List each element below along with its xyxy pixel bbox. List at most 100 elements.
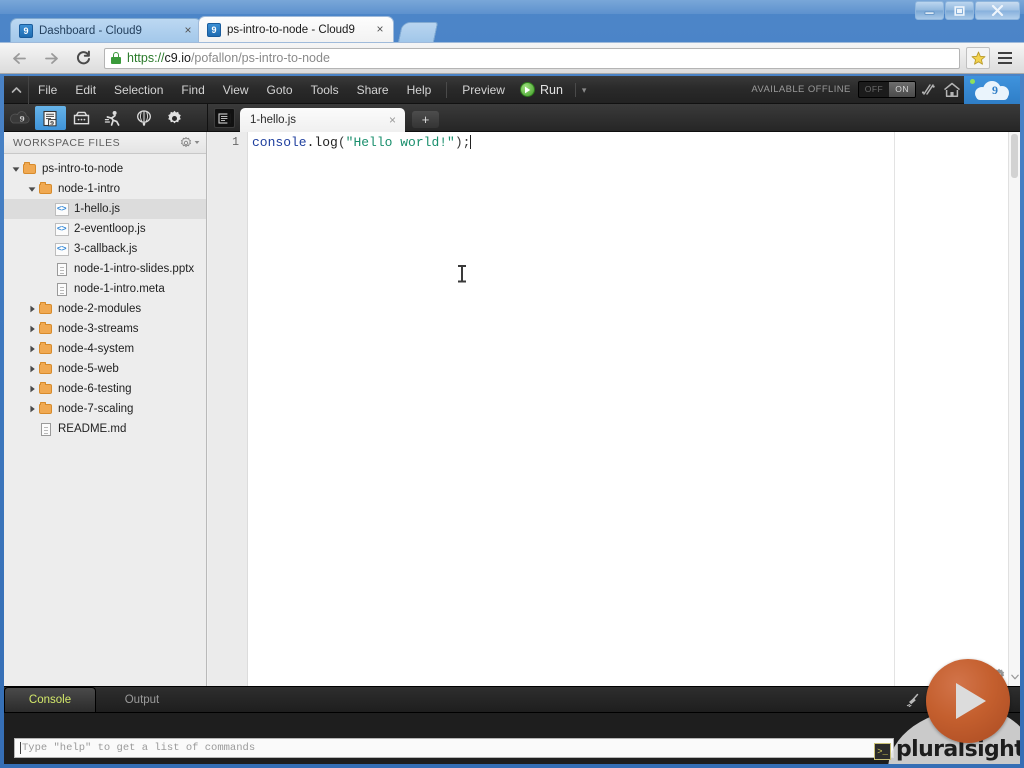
code-editor[interactable]: 1 console.log("Hello world!"); 1:29 xyxy=(208,132,1020,686)
window-frame: 9 Dashboard - Cloud9 × 9 ps-intro-to-nod… xyxy=(0,0,1024,768)
console-input-caret xyxy=(20,742,21,754)
file-tree-item[interactable]: node-7-scaling xyxy=(4,399,206,419)
browser-toolbar: https://c9.io/pofallon/ps-intro-to-node xyxy=(0,42,1024,74)
folder-icon xyxy=(38,319,53,339)
cloud9-logo-icon[interactable]: 9 xyxy=(4,105,35,131)
menu-edit[interactable]: Edit xyxy=(66,76,105,104)
file-tree-item[interactable]: <> 1-hello.js xyxy=(4,199,206,219)
browser-tab-close-icon[interactable]: × xyxy=(181,23,195,38)
cloud9-logo[interactable]: 9 xyxy=(964,76,1020,104)
svg-text:9: 9 xyxy=(19,114,24,123)
file-tree[interactable]: ps-intro-to-node node-1-intro <> 1-hello.js… xyxy=(4,154,206,439)
bookmark-star-icon[interactable] xyxy=(966,47,990,69)
run-button[interactable]: Run xyxy=(514,76,569,104)
offline-toggle-on[interactable]: ON xyxy=(889,82,915,97)
file-tree-item[interactable]: <> 3-callback.js xyxy=(4,239,206,259)
file-tree-icon[interactable]: 9 xyxy=(35,106,66,130)
collaborators-icon[interactable] xyxy=(916,76,940,104)
preview-button[interactable]: Preview xyxy=(453,76,514,104)
offline-toggle[interactable]: OFF ON xyxy=(857,81,916,98)
file-tree-item[interactable]: <> 2-eventloop.js xyxy=(4,219,206,239)
deploy-box-icon[interactable] xyxy=(66,105,97,131)
console-tabbar: Console Output xyxy=(4,687,1020,713)
status-divider xyxy=(984,668,985,682)
back-arrow-icon[interactable] xyxy=(6,45,32,71)
scroll-down-arrow-icon[interactable] xyxy=(1011,673,1019,682)
file-tree-item[interactable]: node-1-intro.meta xyxy=(4,279,206,299)
preview-balloon-icon[interactable] xyxy=(128,105,159,131)
file-tree-item-label: node-1-intro-slides.pptx xyxy=(74,263,195,275)
chevron-right-icon[interactable] xyxy=(26,339,38,359)
tab-list-icon[interactable] xyxy=(214,108,235,128)
console-command-input[interactable]: Type "help" to get a list of commands xyxy=(14,738,894,758)
cloud9-ide: File Edit Selection Find View Goto Tools… xyxy=(4,76,1020,764)
menu-selection[interactable]: Selection xyxy=(105,76,172,104)
menu-view[interactable]: View xyxy=(214,76,258,104)
file-tree-item[interactable]: node-6-testing xyxy=(4,379,206,399)
scrollbar-thumb[interactable] xyxy=(1011,134,1018,178)
editor-settings-gear-icon[interactable] xyxy=(992,668,1006,682)
runner-icon[interactable] xyxy=(97,105,128,131)
js-file-icon: <> xyxy=(54,219,69,239)
menu-tools[interactable]: Tools xyxy=(302,76,348,104)
file-tree-item[interactable]: node-3-streams xyxy=(4,319,206,339)
menu-goto[interactable]: Goto xyxy=(258,76,302,104)
run-dropdown-caret-icon[interactable]: ▾ xyxy=(574,82,586,97)
chevron-right-icon[interactable] xyxy=(26,299,38,319)
home-icon[interactable] xyxy=(940,76,964,104)
line-number: 1 xyxy=(232,136,239,149)
browser-tab-close-icon[interactable]: × xyxy=(373,22,387,37)
menu-share[interactable]: Share xyxy=(348,76,398,104)
document-icon xyxy=(54,279,69,299)
file-tree-item-label: 2-eventloop.js xyxy=(74,223,146,235)
file-tree-item[interactable]: node-1-intro xyxy=(4,179,206,199)
forward-arrow-icon[interactable] xyxy=(38,45,64,71)
editor-tab-1-hello-js[interactable]: 1-hello.js × xyxy=(240,108,405,132)
file-tree-item-label: ps-intro-to-node xyxy=(42,163,124,175)
menu-file[interactable]: File xyxy=(29,76,66,104)
chevron-right-icon[interactable] xyxy=(26,359,38,379)
file-tree-item[interactable]: node-5-web xyxy=(4,359,206,379)
offline-toggle-off[interactable]: OFF xyxy=(859,82,889,97)
console-tab-output[interactable]: Output xyxy=(96,687,188,712)
browser-tab-title: Dashboard - Cloud9 xyxy=(39,24,142,37)
collapse-menu-icon[interactable] xyxy=(4,76,29,104)
editor-tab-close-icon[interactable]: × xyxy=(386,113,399,127)
menu-find[interactable]: Find xyxy=(172,76,213,104)
file-tree-item[interactable]: node-1-intro-slides.pptx xyxy=(4,259,206,279)
screen: 9 Dashboard - Cloud9 × 9 ps-intro-to-nod… xyxy=(0,0,1024,768)
browser-menu-icon[interactable] xyxy=(992,45,1018,71)
new-tab-button[interactable] xyxy=(397,22,439,43)
window-titlebar xyxy=(0,0,1024,14)
browser-tab-ps-intro-to-node[interactable]: 9 ps-intro-to-node - Cloud9 × xyxy=(198,16,394,42)
reload-icon[interactable] xyxy=(70,45,96,71)
chevron-right-icon[interactable] xyxy=(26,399,38,419)
editor-vertical-scrollbar[interactable] xyxy=(1008,132,1020,686)
code-token-semicolon: ; xyxy=(462,135,471,150)
file-tree-item[interactable]: node-2-modules xyxy=(4,299,206,319)
folder-icon xyxy=(22,159,37,179)
file-tree-item[interactable]: README.md xyxy=(4,419,206,439)
clear-broom-icon[interactable] xyxy=(901,688,925,712)
code-content[interactable]: console.log("Hello world!"); xyxy=(249,132,1020,686)
folder-icon xyxy=(38,179,53,199)
address-bar[interactable]: https://c9.io/pofallon/ps-intro-to-node xyxy=(104,47,960,69)
file-tree-item[interactable]: node-4-system xyxy=(4,339,206,359)
close-panel-icon[interactable] xyxy=(990,688,1014,712)
maximize-panel-icon[interactable] xyxy=(953,688,977,712)
ide-menubar-right: AVAILABLE OFFLINE OFF ON 9 xyxy=(751,76,1020,104)
file-tree-item-label: node-1-intro.meta xyxy=(74,283,165,295)
browser-tab-dashboard[interactable]: 9 Dashboard - Cloud9 × xyxy=(10,18,202,42)
workspace-settings-gear-icon[interactable] xyxy=(180,136,200,149)
editor-new-tab-button[interactable]: + xyxy=(412,111,439,128)
console-tab-console[interactable]: Console xyxy=(4,687,96,712)
chevron-down-icon[interactable] xyxy=(10,159,22,179)
chevron-right-icon[interactable] xyxy=(26,379,38,399)
file-tree-item[interactable]: ps-intro-to-node xyxy=(4,159,206,179)
console-settings-gear-icon[interactable] xyxy=(927,688,951,712)
menu-help[interactable]: Help xyxy=(398,76,441,104)
url-scheme: https:// xyxy=(127,51,165,65)
chevron-down-icon[interactable] xyxy=(26,179,38,199)
chevron-right-icon[interactable] xyxy=(26,319,38,339)
settings-gear-icon[interactable] xyxy=(159,105,190,131)
